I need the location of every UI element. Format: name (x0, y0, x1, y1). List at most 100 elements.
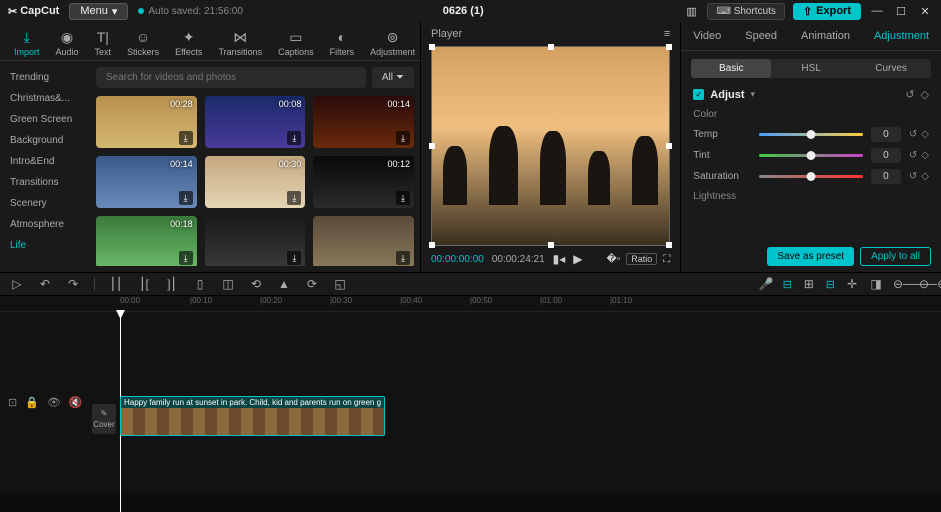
reverse-tool[interactable]: ⟲ (249, 277, 263, 291)
player-menu-icon[interactable]: ≡ (664, 28, 670, 40)
subtab-curves[interactable]: Curves (851, 59, 931, 78)
maximize-button[interactable]: ☐ (893, 3, 909, 19)
tab-adjustment[interactable]: ⊚Adjustment (362, 26, 423, 60)
ratio-button[interactable]: Ratio (626, 253, 657, 265)
track-lock-icon[interactable]: 🔒 (25, 396, 39, 409)
magnet-on-icon[interactable]: ⊟ (783, 278, 792, 291)
timeline-tracks[interactable]: ⊡ 🔒 👁 🔇 ✎Cover Happy family run at sunse… (0, 312, 941, 492)
save-preset-button[interactable]: Save as preset (767, 247, 854, 266)
download-icon[interactable]: ⤓ (179, 131, 193, 145)
tab-text[interactable]: T|Text (87, 26, 120, 60)
fit-icon[interactable]: ⊙ (917, 277, 931, 291)
preview-axis-icon[interactable]: ✛ (845, 277, 859, 291)
tab-import[interactable]: ⤓Import (6, 26, 48, 60)
sidebar-item-christmas[interactable]: Christmas&... (0, 88, 90, 109)
track-collapse-icon[interactable]: ⊡ (8, 396, 17, 409)
media-thumb[interactable]: ⤓ (313, 216, 414, 266)
media-thumb[interactable]: 00:12⤓ (313, 156, 414, 208)
sidebar-item-trending[interactable]: Trending (0, 67, 90, 88)
track-toggle-icon[interactable]: ◨ (869, 277, 883, 291)
sidebar-item-greenscreen[interactable]: Green Screen (0, 109, 90, 130)
timeline-ruler[interactable]: 00:00|00:10|00:20|00:30|00:40|00:50|01:0… (0, 296, 941, 312)
track-mute-icon[interactable]: 🔇 (69, 396, 83, 409)
slider-temp[interactable] (759, 133, 863, 136)
media-thumb[interactable]: 00:14⤓ (96, 156, 197, 208)
inspector-tab-speed[interactable]: Speed (733, 22, 789, 50)
sidebar-item-atmosphere[interactable]: Atmosphere (0, 214, 90, 235)
inspector-tab-adjustment[interactable]: Adjustment (862, 22, 941, 50)
tab-captions[interactable]: ▭Captions (270, 26, 322, 60)
split-tool[interactable]: ⎮⎮ (109, 277, 123, 291)
inspector-tab-animation[interactable]: Animation (789, 22, 862, 50)
adjust-checkbox[interactable]: ✓ (693, 89, 704, 100)
apply-all-button[interactable]: Apply to all (860, 247, 931, 266)
filter-all-button[interactable]: All⏷ (372, 67, 414, 88)
sidebar-item-background[interactable]: Background (0, 130, 90, 151)
play-button[interactable]: ▶ (573, 252, 582, 266)
shortcuts-button[interactable]: ⌨ Shortcuts (707, 3, 784, 20)
slider-value-tint[interactable] (871, 148, 901, 163)
tab-audio[interactable]: ◉Audio (48, 26, 87, 60)
download-icon[interactable]: ⤓ (179, 251, 193, 265)
split-left-tool[interactable]: ⎮[ (137, 277, 151, 291)
mirror-tool[interactable]: ▲ (277, 277, 291, 291)
reset-icon[interactable]: ↺ (909, 129, 917, 140)
keyframe-icon[interactable]: ◇ (921, 150, 929, 161)
player-viewport[interactable] (431, 46, 670, 246)
chevron-down-icon[interactable]: ▾ (751, 89, 756, 100)
minimize-button[interactable]: — (869, 3, 885, 19)
tab-transitions[interactable]: ⋈Transitions (210, 26, 270, 60)
video-clip[interactable]: Happy family run at sunset in park. Chil… (120, 396, 385, 436)
crop-tool[interactable]: ◫ (221, 277, 235, 291)
reset-icon[interactable]: ↺ (909, 150, 917, 161)
menu-button[interactable]: Menu▾ (69, 3, 128, 20)
mask-tool[interactable]: ◱ (333, 277, 347, 291)
slider-value-saturation[interactable] (871, 169, 901, 184)
media-thumb[interactable]: ⤓ (205, 216, 306, 266)
sidebar-item-transitions[interactable]: Transitions (0, 172, 90, 193)
split-right-tool[interactable]: ]⎮ (165, 277, 179, 291)
export-button[interactable]: ⇧Export (793, 3, 861, 20)
sidebar-item-introend[interactable]: Intro&End (0, 151, 90, 172)
sidebar-item-scenery[interactable]: Scenery (0, 193, 90, 214)
reset-icon[interactable]: ↺ (909, 171, 917, 182)
close-button[interactable]: ✕ (917, 3, 933, 19)
download-icon[interactable]: ⤓ (287, 251, 301, 265)
prev-frame-button[interactable]: ▮◂ (553, 252, 566, 266)
media-thumb[interactable]: 00:18⤓ (96, 216, 197, 266)
inspector-tab-video[interactable]: Video (681, 22, 733, 50)
link-icon[interactable]: ⊞ (802, 277, 816, 291)
tab-stickers[interactable]: ☺Stickers (119, 26, 167, 60)
slider-saturation[interactable] (759, 175, 863, 178)
sidebar-item-life[interactable]: Life (0, 235, 90, 256)
media-thumb[interactable]: 00:14⤓ (313, 96, 414, 148)
layout-icon[interactable]: ▥ (683, 3, 699, 19)
slider-value-temp[interactable] (871, 127, 901, 142)
subtab-hsl[interactable]: HSL (771, 59, 851, 78)
mic-icon[interactable]: 🎤 (759, 277, 773, 291)
download-icon[interactable]: ⤓ (396, 251, 410, 265)
search-input[interactable] (96, 67, 366, 88)
keyframe-icon[interactable]: ◇ (921, 129, 929, 140)
snap-icon[interactable]: ⊟ (826, 278, 835, 291)
preview-quality-icon[interactable]: �▫ (606, 254, 620, 265)
selection-tool[interactable]: ▷ (10, 277, 24, 291)
media-thumb[interactable]: 00:28⤓ (96, 96, 197, 148)
slider-tint[interactable] (759, 154, 863, 157)
media-thumb[interactable]: 00:08⤓ (205, 96, 306, 148)
subtab-basic[interactable]: Basic (691, 59, 771, 78)
download-icon[interactable]: ⤓ (287, 131, 301, 145)
redo-button[interactable]: ↷ (66, 277, 80, 291)
fullscreen-icon[interactable]: ⛶ (663, 254, 670, 265)
download-icon[interactable]: ⤓ (287, 191, 301, 205)
reset-icon[interactable]: ↺ (905, 88, 914, 101)
download-icon[interactable]: ⤓ (396, 131, 410, 145)
keyframe-icon[interactable]: ◇ (921, 88, 929, 101)
rotate-tool[interactable]: ⟳ (305, 277, 319, 291)
keyframe-icon[interactable]: ◇ (921, 171, 929, 182)
download-icon[interactable]: ⤓ (396, 191, 410, 205)
cover-button[interactable]: ✎Cover (92, 404, 116, 434)
zoom-slider-icon[interactable]: ⊖────⊕ (893, 277, 907, 291)
media-thumb[interactable]: 00:30⤓ (205, 156, 306, 208)
delete-tool[interactable]: ▯ (193, 277, 207, 291)
